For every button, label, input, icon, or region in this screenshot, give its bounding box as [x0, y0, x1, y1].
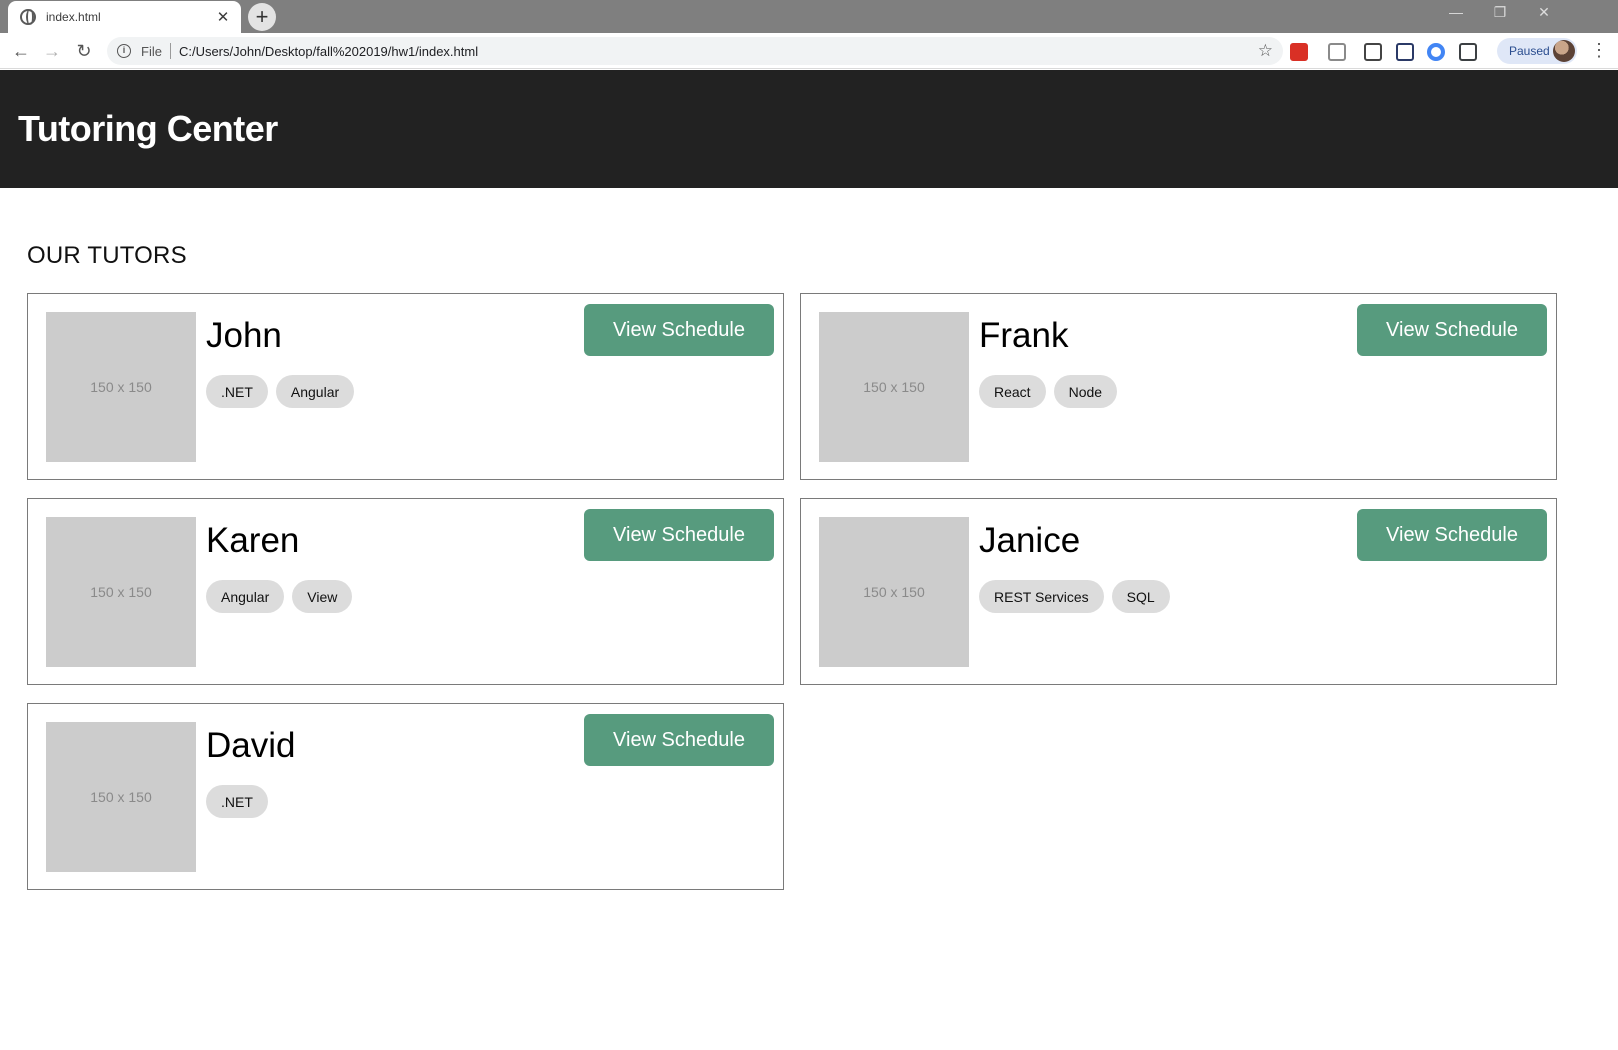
tutor-card: 150 x 150 Janice REST Services SQL View Sche… — [800, 498, 1557, 685]
site-title: Tutoring Center — [18, 108, 278, 149]
url-text[interactable]: C:/Users/John/Desktop/fall%202019/hw1/in… — [179, 44, 1258, 59]
close-window-icon[interactable]: ✕ — [1530, 4, 1558, 21]
skill-tag: Angular — [275, 375, 355, 408]
tutor-card: 150 x 150 Frank React Node View Schedule — [800, 293, 1557, 480]
view-schedule-button[interactable]: View Schedule — [584, 304, 774, 356]
tutor-skill-tags: Angular View — [206, 580, 353, 613]
skill-tag: React — [979, 375, 1046, 408]
tutor-name: Karen — [206, 521, 300, 560]
skill-tag: .NET — [206, 785, 268, 818]
bookmark-star-icon[interactable]: ☆ — [1258, 41, 1273, 61]
skill-tag: SQL — [1111, 580, 1170, 613]
globe-icon — [20, 9, 36, 25]
colorwheel-extension-icon[interactable] — [1427, 43, 1445, 61]
tutor-name: Janice — [979, 521, 1081, 560]
skill-tag: Node — [1053, 375, 1118, 408]
browser-tab[interactable]: index.html ✕ — [8, 1, 241, 33]
tutor-skill-tags: .NET Angular — [206, 375, 355, 408]
back-button[interactable]: ← — [9, 39, 33, 63]
browser-toolbar: ← → ↻ i File C:/Users/John/Desktop/fall%… — [0, 33, 1618, 69]
browser-menu-icon[interactable]: ⋮ — [1590, 40, 1608, 61]
avatar — [1553, 40, 1575, 62]
profile-status-label: Paused — [1509, 44, 1550, 58]
restore-window-icon[interactable]: ❐ — [1486, 4, 1514, 21]
view-schedule-button[interactable]: View Schedule — [1357, 304, 1547, 356]
url-separator — [169, 43, 171, 59]
eyedropper-extension-icon[interactable] — [1364, 43, 1382, 61]
skill-tag: REST Services — [979, 580, 1104, 613]
url-scheme-label: File — [141, 43, 162, 59]
browser-tab-strip: index.html ✕ + — ❐ ✕ — [0, 0, 1618, 33]
skill-tag: View — [292, 580, 353, 613]
tutor-card: 150 x 150 John .NET Angular View Schedule — [27, 293, 784, 480]
forward-button[interactable]: → — [40, 39, 64, 63]
view-schedule-button[interactable]: View Schedule — [584, 509, 774, 561]
tab-title: index.html — [46, 10, 101, 24]
tutor-photo-placeholder: 150 x 150 — [46, 722, 196, 872]
tutor-name: John — [206, 316, 282, 355]
skill-tag: Angular — [206, 580, 285, 613]
capture-extension-icon[interactable] — [1459, 43, 1477, 61]
site-info-icon[interactable]: i — [117, 44, 131, 58]
tutor-name: Frank — [979, 316, 1069, 355]
minimize-window-icon[interactable]: — — [1442, 4, 1470, 20]
n-extension-icon[interactable] — [1396, 43, 1414, 61]
tab-close-icon[interactable]: ✕ — [215, 8, 231, 26]
view-schedule-button[interactable]: View Schedule — [1357, 509, 1547, 561]
reload-button[interactable]: ↻ — [72, 39, 96, 63]
profile-button[interactable]: Paused — [1497, 38, 1577, 64]
gear-extension-icon[interactable] — [1328, 43, 1346, 61]
site-header: Tutoring Center — [0, 70, 1618, 188]
address-bar[interactable]: i File C:/Users/John/Desktop/fall%202019… — [107, 37, 1283, 65]
tutor-skill-tags: REST Services SQL — [979, 580, 1170, 613]
new-tab-button[interactable]: + — [248, 3, 276, 31]
tutor-photo-placeholder: 150 x 150 — [819, 312, 969, 462]
skill-tag: .NET — [206, 375, 268, 408]
tutor-name: David — [206, 726, 296, 765]
red-extension-icon[interactable] — [1290, 43, 1308, 61]
tutor-card: 150 x 150 Karen Angular View View Schedule — [27, 498, 784, 685]
tutor-skill-tags: React Node — [979, 375, 1118, 408]
view-schedule-button[interactable]: View Schedule — [584, 714, 774, 766]
tutor-photo-placeholder: 150 x 150 — [46, 312, 196, 462]
tutor-photo-placeholder: 150 x 150 — [46, 517, 196, 667]
section-title: OUR TUTORS — [27, 242, 187, 269]
tutor-card: 150 x 150 David .NET View Schedule — [27, 703, 784, 890]
tutor-skill-tags: .NET — [206, 785, 268, 818]
tutor-photo-placeholder: 150 x 150 — [819, 517, 969, 667]
